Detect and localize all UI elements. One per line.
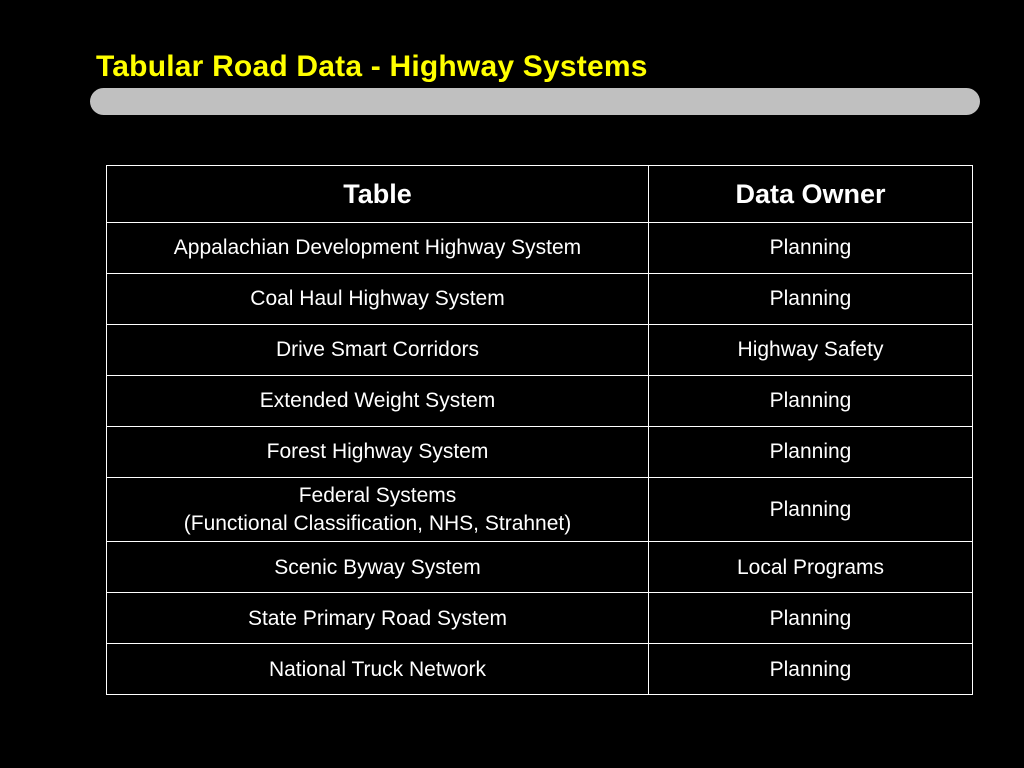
highway-systems-table: Table Data Owner Appalachian Development…	[106, 165, 973, 696]
cell-data-owner: Highway Safety	[648, 324, 973, 376]
table-row: Forest Highway System Planning	[106, 426, 973, 478]
cell-table-name: Scenic Byway System	[106, 541, 649, 594]
page-title: Tabular Road Data - Highway Systems	[96, 50, 648, 83]
cell-table-name: State Primary Road System	[106, 592, 649, 645]
cell-data-owner: Planning	[648, 222, 973, 274]
table-row: National Truck Network Planning	[106, 643, 973, 696]
table-row: Federal Systems (Functional Classificati…	[106, 476, 973, 543]
cell-table-name-line1: Federal Systems	[298, 484, 457, 507]
cell-table-name-line2: (Functional Classification, NHS, Strahne…	[183, 511, 572, 535]
table-header-row: Table Data Owner	[106, 165, 973, 223]
table-row: State Primary Road System Planning	[106, 592, 973, 645]
cell-data-owner: Local Programs	[648, 541, 973, 594]
table-row: Drive Smart Corridors Highway Safety	[106, 324, 973, 376]
cell-data-owner: Planning	[648, 375, 973, 427]
table-container: Table Data Owner Appalachian Development…	[106, 165, 973, 696]
cell-data-owner: Planning	[648, 273, 973, 325]
table-row: Appalachian Development Highway System P…	[106, 222, 973, 274]
cell-data-owner: Planning	[648, 592, 973, 645]
cell-table-name: Drive Smart Corridors	[106, 324, 649, 376]
cell-data-owner: Planning	[648, 643, 973, 696]
cell-data-owner: Planning	[648, 476, 973, 543]
table-row: Extended Weight System Planning	[106, 375, 973, 427]
table-row: Coal Haul Highway System Planning	[106, 273, 973, 325]
cell-table-name: National Truck Network	[106, 643, 649, 696]
cell-table-name: Forest Highway System	[106, 426, 649, 478]
slide: Tabular Road Data - Highway Systems Tabl…	[0, 0, 1024, 768]
column-header-table: Table	[106, 165, 649, 223]
cell-table-name: Extended Weight System	[106, 375, 649, 427]
table-row: Scenic Byway System Local Programs	[106, 541, 973, 594]
title-underline-bar	[90, 88, 980, 115]
cell-table-name: Coal Haul Highway System	[106, 273, 649, 325]
cell-table-name: Appalachian Development Highway System	[106, 222, 649, 274]
cell-table-name: Federal Systems (Functional Classificati…	[106, 476, 649, 543]
column-header-data-owner: Data Owner	[648, 165, 973, 223]
cell-data-owner: Planning	[648, 426, 973, 478]
